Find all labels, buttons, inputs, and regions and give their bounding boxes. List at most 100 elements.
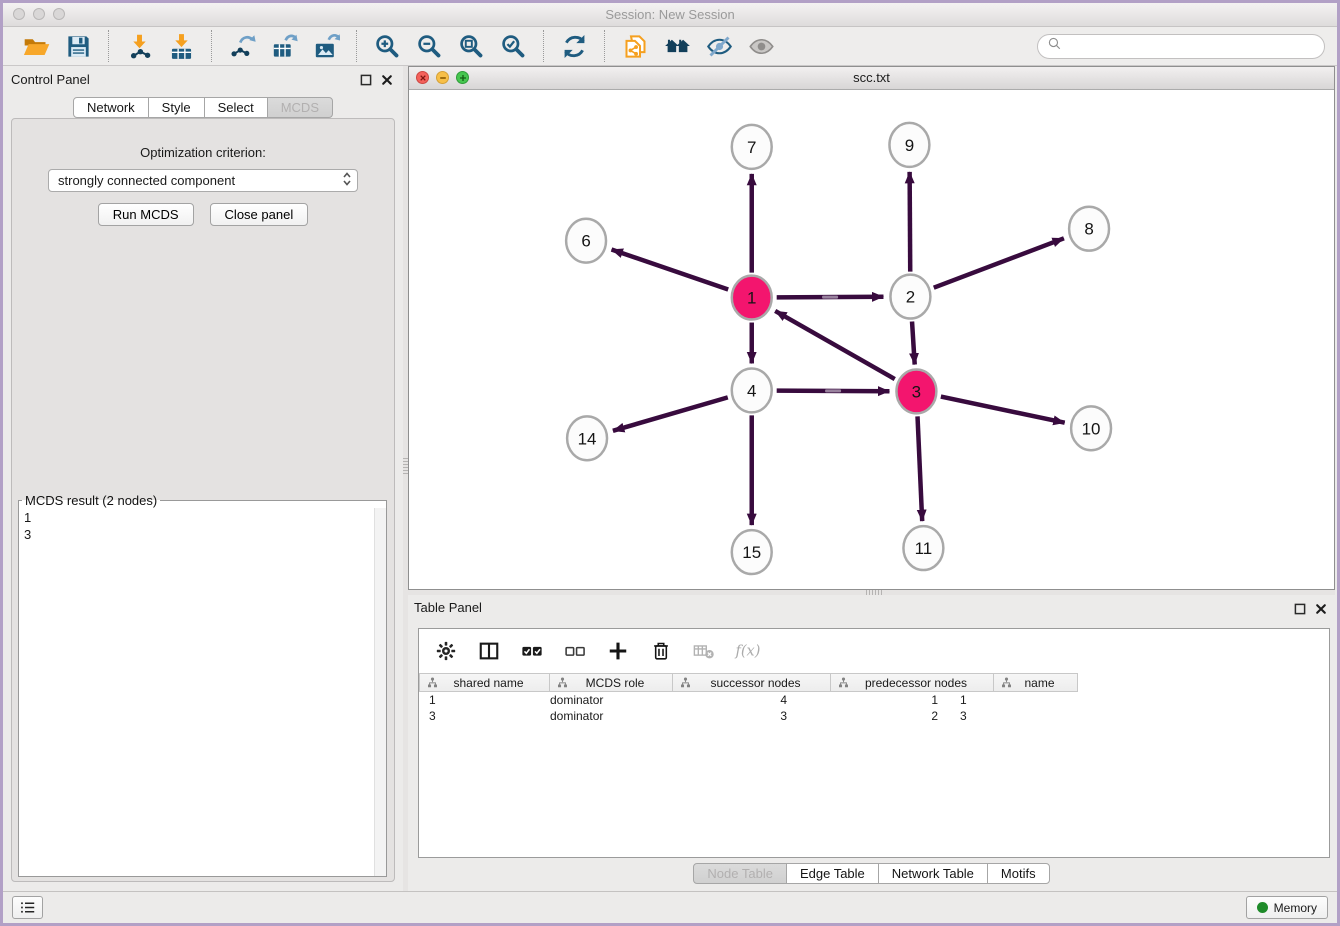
mcds-result-box: MCDS result (2 nodes) 1 3 [18,493,387,877]
tree-icon [838,677,849,688]
import-table-icon[interactable] [166,31,196,61]
node-10[interactable]: 10 [1071,406,1111,450]
column-header-MCDS-role[interactable]: MCDS role [550,673,673,692]
table-panel: Table Panel f(x) shared nameMCDS rolesuc… [408,595,1335,892]
close-panel-button[interactable]: Close panel [210,203,309,226]
table-row[interactable]: 1dominator411 [419,692,1329,708]
save-session-icon[interactable] [63,31,93,61]
table-cell: 4 [653,693,799,707]
table-tab-motifs[interactable]: Motifs [987,863,1050,884]
remove-table-icon [691,639,717,663]
table-cell: 1 [799,693,950,707]
run-mcds-button[interactable]: Run MCDS [98,203,194,226]
column-header-shared-name[interactable]: shared name [419,673,550,692]
export-network-icon[interactable] [227,31,257,61]
svg-text:15: 15 [742,543,761,562]
tab-mcds[interactable]: MCDS [267,97,333,118]
zoom-in-icon[interactable] [372,31,402,61]
column-header-predecessor-nodes[interactable]: predecessor nodes [831,673,994,692]
toolbar-separator [356,30,357,62]
list-icon [19,899,36,916]
hide-panel-icon[interactable] [704,31,734,61]
settings-gear-icon[interactable] [433,639,459,663]
node-14[interactable]: 14 [567,416,607,460]
table-toolbar: f(x) [419,629,1329,673]
first-neighbors-icon[interactable] [662,31,692,61]
table-cell: 1 [950,693,1024,707]
mcds-result-legend: MCDS result (2 nodes) [22,493,160,508]
node-15[interactable]: 15 [732,530,772,574]
tab-select[interactable]: Select [204,97,268,118]
column-view-icon[interactable] [476,639,502,663]
task-history-button[interactable] [12,896,43,919]
svg-text:10: 10 [1082,419,1101,438]
main-toolbar [3,27,1337,66]
table-row[interactable]: 3dominator323 [419,708,1329,724]
float-panel-icon[interactable] [360,74,372,86]
function-builder-icon: f(x) [734,639,760,663]
mcds-result-text[interactable]: 1 3 [19,508,374,876]
memory-label: Memory [1274,901,1317,915]
edge-3-10[interactable] [941,397,1065,423]
select-all-checkboxes-icon[interactable] [519,639,545,663]
search-input[interactable] [1067,38,1315,55]
criterion-select[interactable]: strongly connected component [48,169,358,192]
toolbar-separator [211,30,212,62]
node-7[interactable]: 7 [732,125,772,169]
deselect-all-checkboxes-icon[interactable] [562,639,588,663]
optimization-criterion-label: Optimization criterion: [12,119,394,160]
node-3[interactable]: 3 [896,369,936,413]
export-table-icon[interactable] [269,31,299,61]
node-2[interactable]: 2 [890,275,930,319]
node-9[interactable]: 9 [889,123,929,167]
column-header-name[interactable]: name [994,673,1078,692]
search-box[interactable] [1037,34,1325,59]
table-tab-edge-table[interactable]: Edge Table [786,863,879,884]
zoom-out-icon[interactable] [414,31,444,61]
table-tab-network-table[interactable]: Network Table [878,863,988,884]
refresh-view-icon[interactable] [559,31,589,61]
delete-column-icon[interactable] [648,639,674,663]
column-header-label: shared name [442,676,549,690]
export-image-icon[interactable] [311,31,341,61]
open-session-icon[interactable] [21,31,51,61]
result-scrollbar[interactable] [374,508,386,876]
node-1[interactable]: 1 [732,276,772,320]
node-6[interactable]: 6 [566,219,606,263]
edge-2-3[interactable] [912,322,915,365]
float-panel-icon[interactable] [1294,603,1306,615]
column-header-successor-nodes[interactable]: successor nodes [673,673,831,692]
import-network-icon[interactable] [124,31,154,61]
table-cell: 3 [419,709,540,723]
edge-4-14[interactable] [613,397,728,430]
mcds-panel: Optimization criterion: strongly connect… [11,118,395,882]
tab-network[interactable]: Network [73,97,149,118]
show-panel-icon[interactable] [746,31,776,61]
table-tabs: Node TableEdge TableNetwork TableMotifs [408,863,1335,884]
network-canvas[interactable]: 7 9 6 8 1 2 4 3 14 10 15 11 [409,89,1334,589]
node-11[interactable]: 11 [903,526,943,570]
edge-1-6[interactable] [612,249,729,289]
svg-text:14: 14 [578,429,597,448]
tab-style[interactable]: Style [148,97,205,118]
control-panel-title: Control Panel [11,72,90,87]
table-cell: 1 [419,693,540,707]
network-window-titlebar[interactable]: scc.txt [409,67,1334,90]
close-panel-icon[interactable] [381,74,393,86]
memory-button[interactable]: Memory [1246,896,1328,919]
copy-view-icon[interactable] [620,31,650,61]
zoom-fit-icon[interactable] [456,31,486,61]
node-8[interactable]: 8 [1069,207,1109,251]
stepper-icon [342,171,352,190]
edge-3-1[interactable] [775,311,895,379]
table-tab-node-table[interactable]: Node Table [693,863,787,884]
node-4[interactable]: 4 [732,368,772,412]
add-column-icon[interactable] [605,639,631,663]
svg-text:8: 8 [1084,220,1093,239]
table-cell: dominator [540,709,653,723]
close-panel-icon[interactable] [1315,603,1327,615]
edge-3-11[interactable] [918,416,923,521]
edge-2-9[interactable] [910,172,911,272]
edge-2-8[interactable] [934,238,1064,287]
zoom-selected-icon[interactable] [498,31,528,61]
